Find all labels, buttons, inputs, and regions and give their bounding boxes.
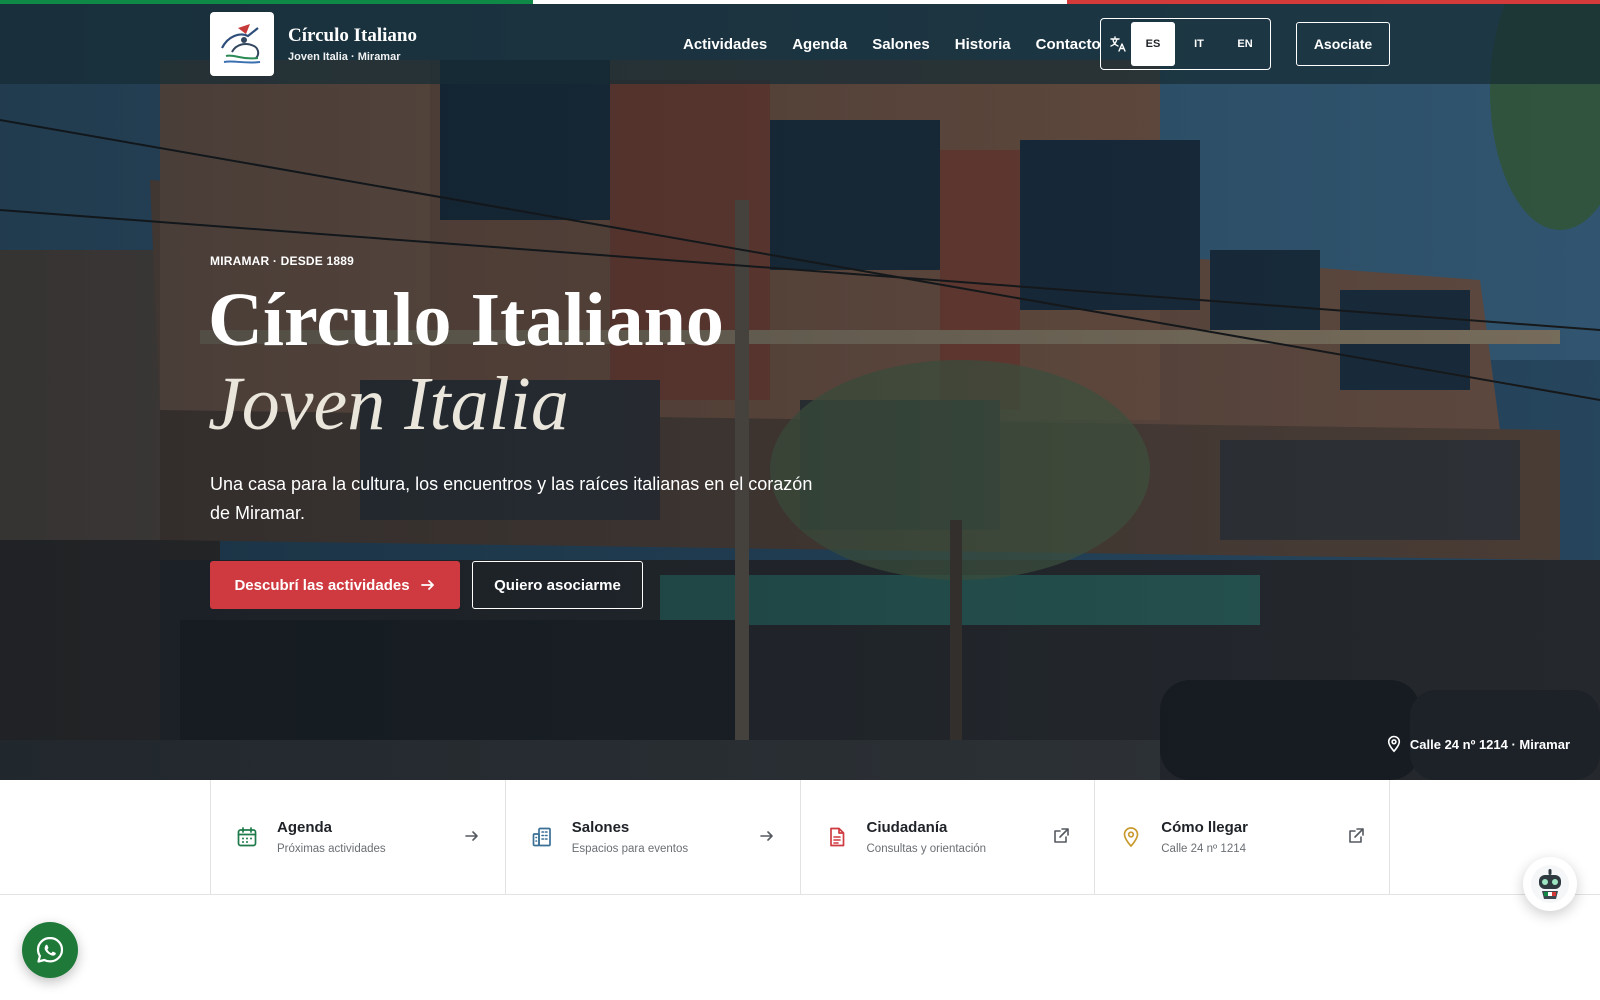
asociate-button[interactable]: Asociate (1296, 22, 1390, 66)
arrow-right-icon (759, 831, 773, 841)
quick-link-subtitle: Espacios para eventos (571, 843, 689, 855)
hero-section: MIRAMAR · DESDE 1889 Círculo Italiano Jo… (0, 0, 1600, 780)
quick-link-title: Cómo llegar (1161, 819, 1248, 836)
map-pin-icon (1387, 735, 1400, 753)
quick-link-salones[interactable]: Salones Espacios para eventos (506, 780, 801, 894)
quick-link-subtitle: Calle 24 nº 1214 (1161, 843, 1247, 855)
external-link-icon (1349, 828, 1364, 843)
external-link-icon (1054, 828, 1070, 843)
main-nav: Actividades Agenda Salones Historia Cont… (683, 4, 1101, 84)
discover-activities-button[interactable]: Descubrí las actividades (210, 561, 460, 609)
hero-title-italic: Joven Italia (208, 362, 569, 446)
quick-link-como-llegar[interactable]: Cómo llegar Calle 24 nº 1214 (1095, 780, 1390, 894)
calendar-icon (235, 825, 259, 849)
arrow-right-icon (420, 580, 434, 590)
assistant-chat-button[interactable] (1523, 857, 1577, 911)
hero-address-text: Calle 24 nº 1214 · Miramar (1409, 736, 1570, 752)
discover-activities-label: Descubrí las actividades (234, 576, 410, 594)
nav-salones[interactable]: Salones (872, 36, 930, 53)
tricolor-red (1066, 0, 1600, 4)
hero-title: Círculo Italiano (208, 278, 724, 362)
quick-link-agenda[interactable]: Agenda Próximas actividades (211, 780, 506, 894)
club-logo (210, 12, 274, 76)
tricolor-strip (0, 0, 1600, 4)
hero-eyebrow: MIRAMAR · DESDE 1889 (210, 254, 355, 268)
whatsapp-button[interactable] (22, 922, 78, 978)
brand-subtitle: Joven Italia · Miramar (288, 51, 401, 63)
join-club-label: Quiero asociarme (494, 576, 621, 594)
tricolor-white (533, 0, 1067, 4)
brand[interactable]: Círculo Italiano Joven Italia · Miramar (210, 12, 417, 76)
quick-link-ciudadania[interactable]: Ciudadanía Consultas y orientación (801, 780, 1096, 894)
nav-historia[interactable]: Historia (955, 36, 1011, 53)
nav-contacto[interactable]: Contacto (1036, 36, 1101, 53)
join-club-button[interactable]: Quiero asociarme (472, 561, 643, 609)
language-switcher: ES IT EN (1100, 18, 1271, 70)
map-pin-icon (1119, 825, 1143, 849)
tricolor-green (0, 0, 534, 4)
hero-address[interactable]: Calle 24 nº 1214 · Miramar (1386, 735, 1570, 753)
quick-link-title: Ciudadanía (866, 819, 948, 836)
translate-icon (1110, 36, 1126, 52)
quick-link-subtitle: Consultas y orientación (866, 843, 987, 855)
quick-link-subtitle: Próximas actividades (277, 843, 386, 855)
language-option-es[interactable]: ES (1131, 22, 1175, 66)
language-option-it[interactable]: IT (1177, 22, 1221, 66)
site-header: Círculo Italiano Joven Italia · Miramar … (0, 4, 1600, 84)
language-option-en[interactable]: EN (1223, 22, 1267, 66)
quick-link-title: Salones (571, 819, 630, 836)
arrow-right-icon (464, 831, 478, 841)
brand-title: Círculo Italiano (288, 25, 417, 46)
document-icon (825, 825, 849, 849)
quick-link-title: Agenda (277, 819, 333, 836)
quick-links: Agenda Próximas actividades Salones Espa… (0, 780, 1600, 895)
building-icon (530, 825, 554, 849)
whatsapp-icon (36, 936, 64, 963)
hero-lead: Una casa para la cultura, los encuentros… (210, 474, 813, 523)
nav-actividades[interactable]: Actividades (683, 36, 767, 53)
nav-agenda[interactable]: Agenda (792, 36, 847, 53)
robot-assistant-icon (1531, 865, 1569, 903)
